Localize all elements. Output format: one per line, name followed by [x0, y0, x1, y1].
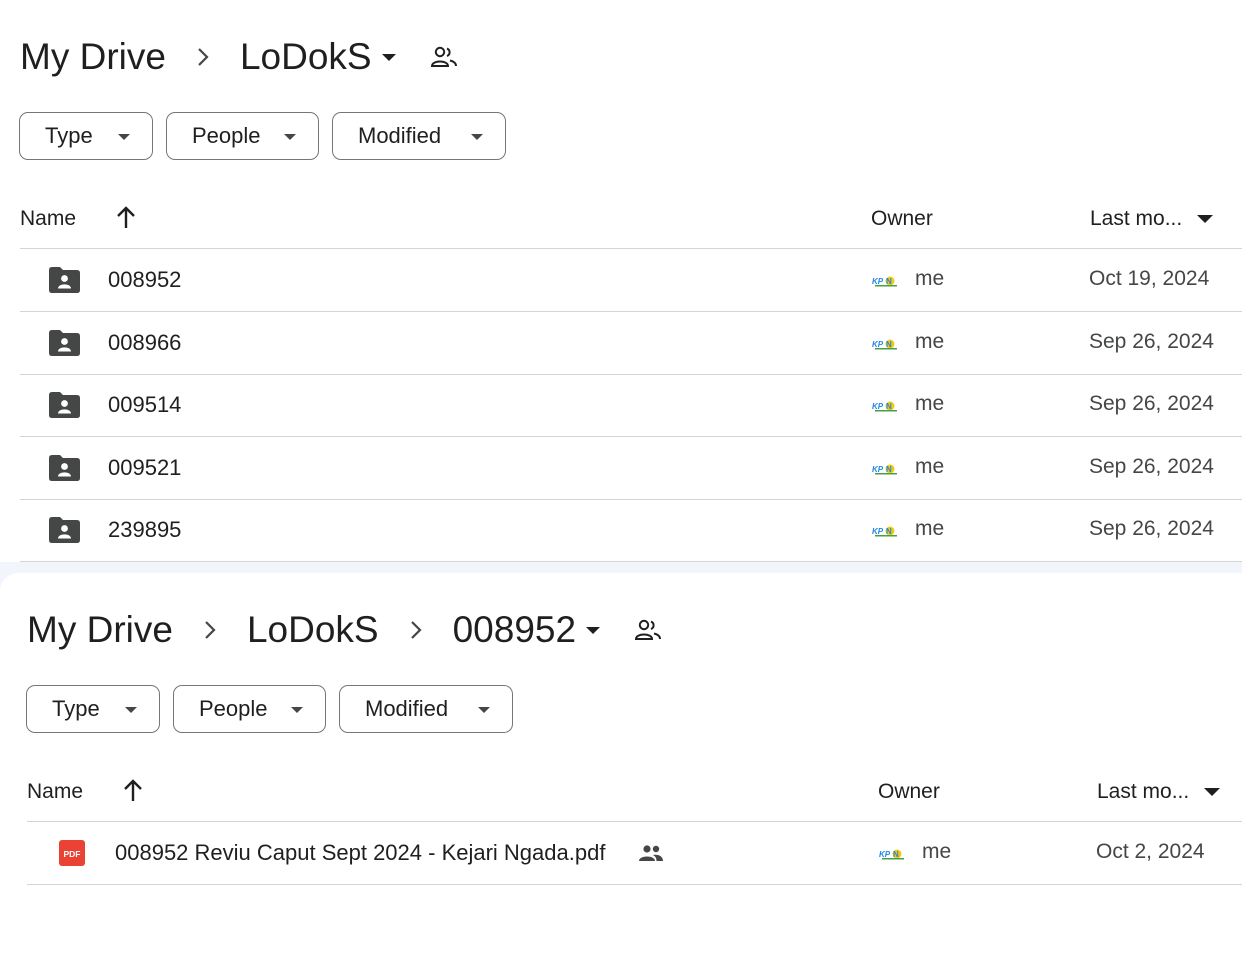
last-modified-date: Sep 26, 2024: [1089, 392, 1214, 415]
sort-ascending-arrow-icon[interactable]: [114, 204, 138, 230]
svg-text:N: N: [886, 340, 892, 349]
shared-folder-icon: [48, 454, 81, 482]
owner-avatar-logo: KP N: [878, 847, 908, 861]
chevron-right-icon: [410, 621, 422, 639]
last-modified-date: Sep 26, 2024: [1089, 454, 1214, 478]
type-filter-label: Type: [45, 123, 93, 148]
shared-folder-icon: [48, 329, 81, 357]
people-filter-label: People: [199, 696, 268, 721]
last-modified-column-header[interactable]: Last mo...: [1090, 207, 1182, 231]
chevron-down-icon: [478, 707, 490, 713]
chevron-down-icon: [125, 707, 137, 713]
shared-icon: [638, 844, 664, 862]
file-list-row[interactable]: PDF 008952 Reviu Caput Sept 2024 - Kejari…: [27, 822, 1242, 885]
owner-avatar-logo: KP N: [871, 399, 901, 413]
svg-text:N: N: [886, 527, 892, 536]
people-filter-chip[interactable]: People: [173, 685, 326, 733]
shared-folder-icon: [48, 266, 81, 294]
shared-folder-icon: [48, 516, 81, 544]
svg-text:N: N: [893, 850, 899, 859]
sort-menu-dropdown-icon[interactable]: [1204, 788, 1220, 796]
breadcrumb: My Drive LoDokS: [20, 30, 458, 84]
svg-text:KP: KP: [872, 277, 884, 286]
type-filter-label: Type: [52, 696, 100, 721]
modified-filter-chip[interactable]: Modified: [339, 685, 513, 733]
people-filter-label: People: [192, 123, 261, 148]
pdf-badge-text: PDF: [64, 849, 81, 859]
last-modified-date: Oct 19, 2024: [1089, 267, 1210, 290]
svg-text:KP: KP: [872, 402, 884, 411]
type-filter-chip[interactable]: Type: [26, 685, 160, 733]
svg-text:KP: KP: [872, 465, 884, 474]
file-name[interactable]: 008952: [108, 267, 181, 293]
owner-name: me: [915, 267, 945, 290]
owner-avatar-logo: KP N: [871, 461, 901, 476]
svg-text:KP: KP: [872, 527, 884, 536]
file-list-row[interactable]: 008966 KP Nme Sep 26, 2024: [20, 312, 1242, 375]
breadcrumb: My Drive LoDokS 008952: [27, 603, 662, 657]
people-filter-chip[interactable]: People: [166, 112, 319, 160]
svg-text:N: N: [886, 277, 892, 286]
file-name[interactable]: 009514: [108, 392, 181, 418]
chevron-right-icon: [198, 48, 209, 66]
owner-name: me: [915, 454, 945, 478]
last-modified-date: Sep 26, 2024: [1089, 517, 1214, 540]
drive-panel-008952: My Drive LoDokS 008952 Type People Modif…: [0, 573, 1242, 968]
pdf-icon: PDF: [59, 840, 92, 868]
owner-column-header[interactable]: Owner: [871, 207, 933, 231]
chevron-right-icon: [205, 621, 216, 639]
file-list-row[interactable]: 008952 KP Nme Oct 19, 2024: [20, 249, 1242, 312]
owner-avatar-logo: KP N: [871, 524, 901, 538]
shared-folder-icon: [48, 391, 81, 419]
svg-text:N: N: [886, 402, 892, 411]
name-column-header[interactable]: Name: [27, 780, 83, 804]
owner-avatar-logo: KP N: [871, 336, 901, 351]
shared-people-icon[interactable]: [634, 618, 662, 642]
owner-name: me: [922, 840, 952, 863]
svg-text:KP: KP: [872, 340, 884, 349]
sort-ascending-arrow-icon[interactable]: [121, 777, 145, 803]
owner-name: me: [915, 329, 945, 353]
modified-filter-chip[interactable]: Modified: [332, 112, 506, 160]
owner-avatar-logo: KP N: [871, 274, 901, 288]
last-modified-column-header[interactable]: Last mo...: [1097, 780, 1189, 804]
file-list-row[interactable]: 009514 KP Nme Sep 26, 2024: [20, 374, 1242, 437]
breadcrumb-my-drive[interactable]: My Drive: [20, 36, 166, 78]
file-list-header: Name Owner Last mo...: [27, 767, 1242, 822]
type-filter-chip[interactable]: Type: [19, 112, 153, 160]
shared-people-icon[interactable]: [430, 45, 458, 69]
owner-name: me: [915, 517, 945, 540]
chevron-down-icon: [118, 134, 130, 140]
breadcrumb-lodoks[interactable]: LoDokS: [247, 609, 379, 651]
chevron-down-icon: [284, 134, 296, 140]
folder-menu-dropdown-icon[interactable]: [586, 626, 601, 634]
breadcrumb-lodoks[interactable]: LoDokS: [240, 36, 372, 78]
svg-text:KP: KP: [879, 850, 891, 859]
svg-text:N: N: [886, 465, 892, 474]
last-modified-date: Sep 26, 2024: [1089, 329, 1214, 353]
folder-menu-dropdown-icon[interactable]: [381, 53, 396, 61]
file-name[interactable]: 239895: [108, 517, 181, 543]
file-list-header: Name Owner Last mo...: [20, 194, 1242, 249]
breadcrumb-my-drive[interactable]: My Drive: [27, 609, 173, 651]
name-column-header[interactable]: Name: [20, 207, 76, 231]
chevron-down-icon: [471, 134, 483, 140]
file-list-row[interactable]: 239895 KP Nme Sep 26, 2024: [20, 499, 1242, 562]
drive-panel-lodoks: My Drive LoDokS Type People Modified Nam…: [0, 0, 1242, 562]
chevron-down-icon: [291, 707, 303, 713]
file-name[interactable]: 009521: [108, 455, 181, 481]
owner-column-header[interactable]: Owner: [878, 780, 940, 804]
last-modified-date: Oct 2, 2024: [1096, 840, 1205, 863]
modified-filter-label: Modified: [365, 696, 449, 721]
breadcrumb-008952[interactable]: 008952: [453, 609, 576, 651]
file-name[interactable]: 008966: [108, 330, 181, 356]
file-name[interactable]: 008952 Reviu Caput Sept 2024 - Kejari Ng…: [115, 840, 605, 866]
owner-name: me: [915, 392, 945, 415]
file-list-row[interactable]: 009521 KP Nme Sep 26, 2024: [20, 437, 1242, 500]
modified-filter-label: Modified: [358, 123, 442, 148]
sort-menu-dropdown-icon[interactable]: [1197, 215, 1213, 223]
